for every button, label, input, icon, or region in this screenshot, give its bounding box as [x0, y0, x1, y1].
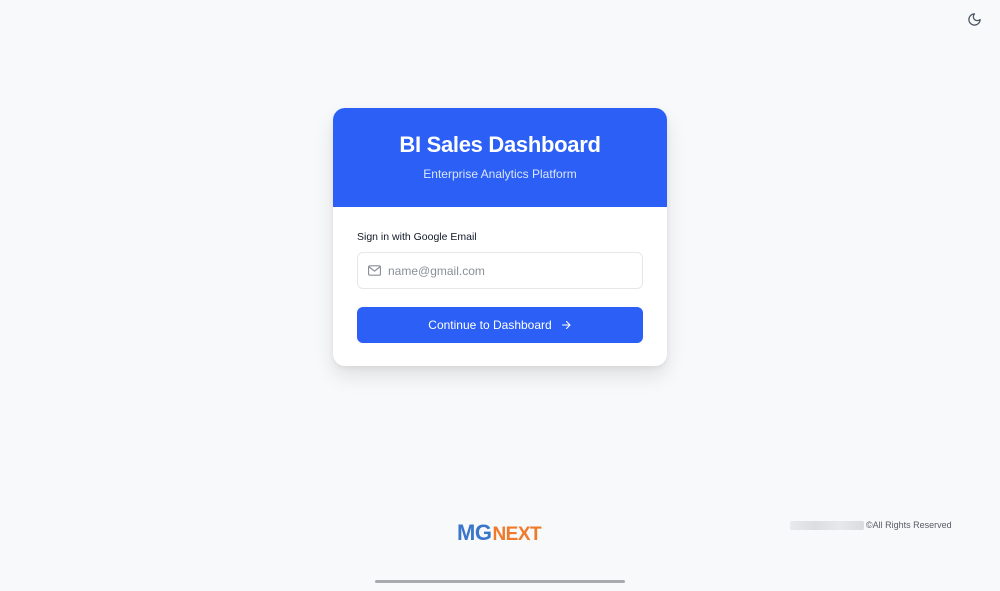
arrow-right-icon	[560, 319, 572, 331]
company-logo: MG NEXT	[457, 516, 552, 546]
logo-part-next: NEXT	[492, 524, 542, 545]
card-header: BI Sales Dashboard Enterprise Analytics …	[333, 108, 667, 207]
login-form: Sign in with Google Email Continue to Da…	[333, 207, 667, 343]
footer: ©All Rights Reserved	[790, 520, 952, 530]
page-subtitle: Enterprise Analytics Platform	[423, 167, 577, 181]
login-page: BI Sales Dashboard Enterprise Analytics …	[0, 0, 1000, 591]
logo-part-mg: MG	[457, 520, 492, 545]
home-indicator	[375, 580, 625, 583]
email-field-wrapper[interactable]	[357, 252, 643, 289]
theme-toggle-button[interactable]	[965, 10, 983, 28]
login-card: BI Sales Dashboard Enterprise Analytics …	[333, 108, 667, 366]
page-title: BI Sales Dashboard	[399, 132, 601, 157]
mail-icon	[367, 263, 382, 278]
email-input[interactable]	[388, 263, 618, 278]
copyright-text: ©All Rights Reserved	[866, 520, 952, 530]
redacted-company-name	[790, 520, 864, 530]
continue-button-label: Continue to Dashboard	[428, 318, 552, 332]
moon-icon	[967, 12, 982, 27]
email-label: Sign in with Google Email	[357, 231, 477, 243]
continue-button[interactable]: Continue to Dashboard	[357, 307, 643, 343]
